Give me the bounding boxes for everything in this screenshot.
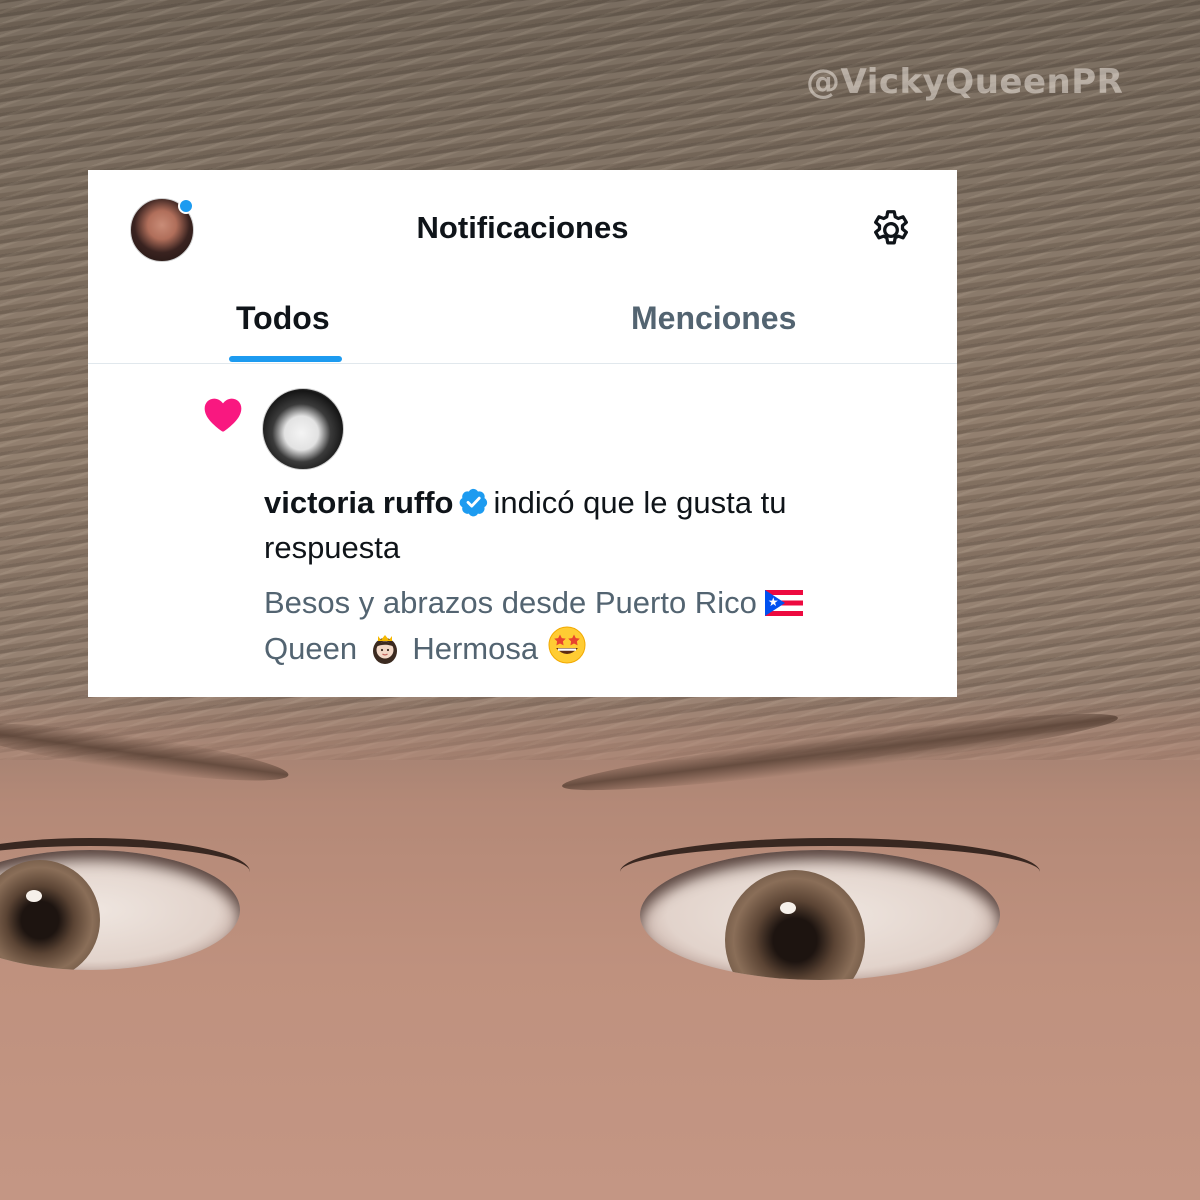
reply-preview[interactable]: Besos y abrazos desde Puerto Rico ★ Queen… [264,580,904,671]
reply-text-part2: Queen [264,631,358,666]
tab-todos[interactable]: Todos [236,300,330,337]
puerto-rico-flag-icon: ★ [764,590,803,616]
verified-badge-icon [460,488,488,517]
star-struck-emoji-icon [548,626,586,664]
princess-emoji-icon [372,635,397,664]
notification-text: victoria ruffo indicó que le gusta tu re… [264,480,904,570]
heart-icon [204,398,242,432]
tab-menciones[interactable]: Menciones [631,300,796,337]
background-photo: @VickyQueenPR Notificaciones Todos Menci… [0,0,1200,1200]
page-title: Notificaciones [416,210,629,245]
reply-text-part1: Besos y abrazos desde Puerto Rico [264,585,757,620]
right-eyelash [620,838,1040,906]
tabs-divider [88,363,957,364]
user-name[interactable]: victoria ruffo [264,485,453,520]
settings-gear-icon[interactable] [868,207,914,253]
user-avatar[interactable] [262,388,344,470]
active-tab-indicator [229,356,342,362]
notification-card: Notificaciones Todos Menciones victoria … [88,170,957,697]
watermark: @VickyQueenPR [806,62,1124,102]
reply-text-part3: Hermosa [412,631,539,666]
